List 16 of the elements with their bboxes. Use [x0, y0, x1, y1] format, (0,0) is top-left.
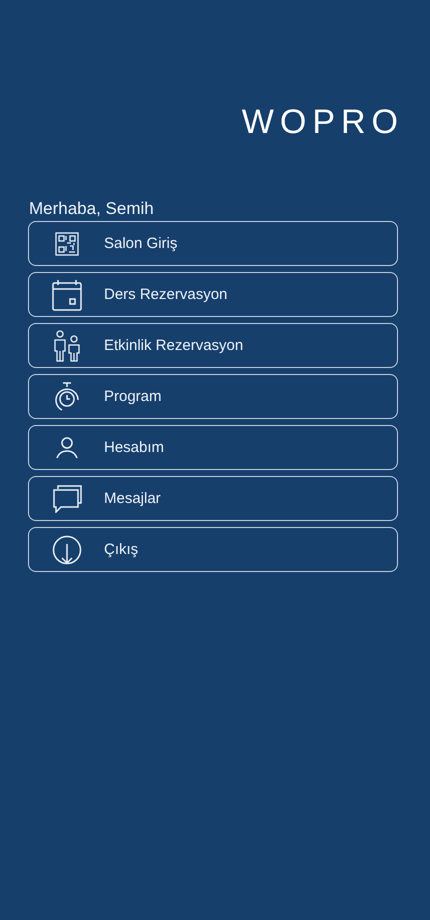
- menu-button[interactable]: Çıkış: [28, 527, 398, 572]
- people-icon: [53, 330, 81, 362]
- qr-code-icon: [55, 232, 79, 256]
- greeting: Merhaba, Semih: [29, 198, 155, 220]
- calendar-icon: [52, 278, 82, 310]
- stopwatch-icon: [54, 382, 80, 412]
- chat-icon: [52, 484, 82, 512]
- menu-button[interactable]: Salon Giriş: [28, 221, 398, 266]
- menu-button[interactable]: Hesabım: [28, 425, 398, 470]
- menu-button[interactable]: Etkinlik Rezervasyon: [28, 323, 398, 368]
- user-icon: [56, 436, 78, 458]
- menu-button[interactable]: Program: [28, 374, 398, 419]
- download-icon: [52, 534, 82, 564]
- menu-button[interactable]: Ders Rezervasyon: [28, 272, 398, 317]
- menu-button[interactable]: Mesajlar: [28, 476, 398, 521]
- logo: WOPRO: [242, 102, 404, 143]
